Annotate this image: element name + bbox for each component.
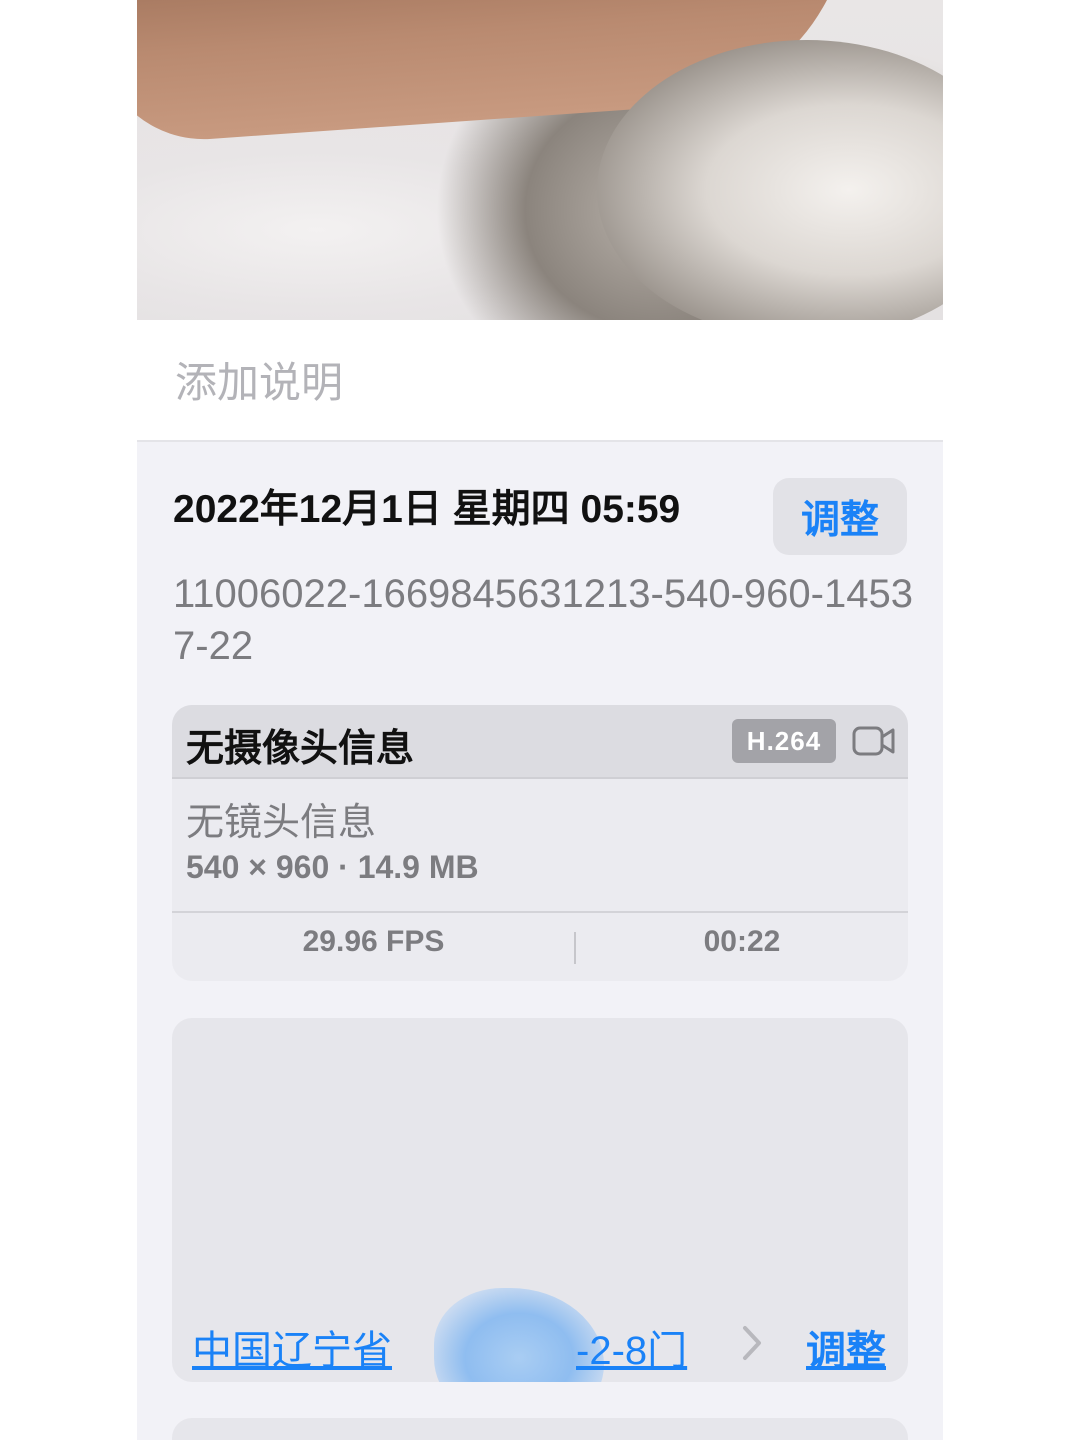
camera-info-label: 无摄像头信息 — [186, 728, 415, 770]
filename-label: 11006022-1669845631213-540-960-14537-22 — [173, 572, 913, 668]
location-map-card[interactable]: 中国辽宁省 -2-8门 调整 — [172, 1018, 908, 1382]
location-address-tail[interactable]: -2-8门 — [576, 1318, 687, 1376]
adjust-date-button[interactable]: 调整 — [773, 478, 907, 555]
lens-info-label: 无镜头信息 — [186, 802, 377, 844]
duration-label: 00:22 — [703, 925, 781, 958]
next-section-card — [172, 1418, 908, 1440]
location-address-link[interactable]: 中国辽宁省 — [192, 1318, 392, 1376]
media-info-card: 无摄像头信息 H.264 无镜头信息 540 × 960 · 14.9 MB 2… — [172, 705, 908, 981]
codec-badge: H.264 — [732, 719, 836, 763]
photo-info-panel: 2022年12月1日 星期四 05:59 调整 11006022-1669845… — [137, 0, 943, 1440]
adjust-location-button[interactable]: 调整 — [806, 1318, 886, 1376]
dimensions-size-label: 540 × 960 · 14.9 MB — [186, 849, 479, 885]
caption-area — [137, 320, 943, 442]
fps-label: 29.96 FPS — [302, 925, 445, 958]
caption-input[interactable] — [173, 354, 877, 412]
chevron-right-icon[interactable] — [740, 1324, 764, 1362]
date-time-label: 2022年12月1日 星期四 05:59 — [173, 488, 681, 531]
media-info-header: 无摄像头信息 H.264 — [172, 705, 908, 779]
photo-preview[interactable] — [137, 0, 943, 320]
divider — [172, 911, 908, 913]
video-camera-icon — [852, 726, 895, 756]
